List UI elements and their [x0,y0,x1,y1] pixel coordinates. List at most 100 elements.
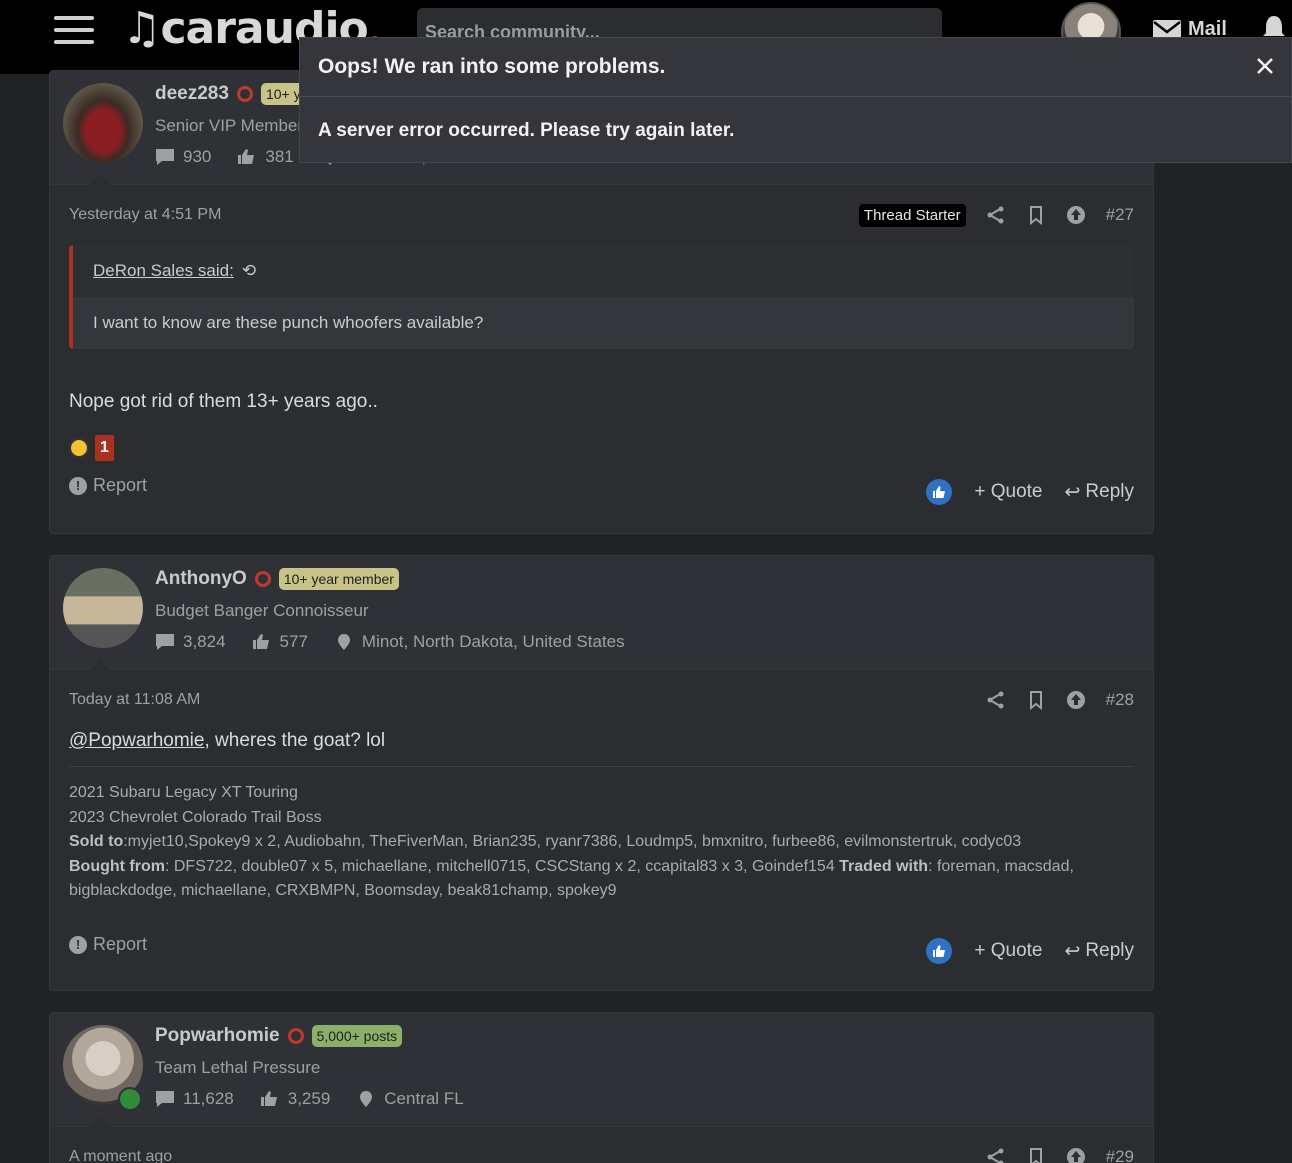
post-meta: Today at 11:08 AM #28 [69,670,1134,730]
bookmark-icon[interactable] [1026,1147,1046,1163]
upvote-icon[interactable] [1066,205,1086,225]
thumbs-icon [260,1091,277,1106]
author-title: Budget Banger Connoisseur [155,601,369,620]
sold-to-label: Sold to [69,833,124,850]
error-notice: Oops! We ran into some problems. A serve… [299,37,1292,163]
post-message: Nope got rid of them 13+ years ago.. [69,391,378,412]
author-username[interactable]: AnthonyO [155,568,247,590]
bought-from-label: Bought from [69,857,165,875]
post-meta: A moment ago #29 [69,1127,1134,1163]
post-number[interactable]: #28 [1106,690,1134,710]
post-body: Today at 11:08 AM #28 @Popwarhomie, wher… [50,670,1153,904]
reaction-summary[interactable]: 1 [69,435,1134,461]
quote-text: I want to know are these punch whoofers … [93,313,484,332]
messages-icon [156,149,174,165]
traded-with-label: Traded with [839,857,929,875]
user-mention-link[interactable]: @Popwarhomie [69,730,204,751]
reaction-score: 381 [265,147,294,166]
reply-arrow-icon: ↩ [1064,940,1081,962]
signature-line: 2021 Subaru Legacy XT Touring [69,784,298,801]
like-button[interactable] [926,479,953,505]
thumbs-icon [238,149,255,164]
laugh-emoji-icon [69,438,89,458]
message-count: 930 [183,147,212,166]
reaction-count: 1 [95,435,114,461]
post-meta: Yesterday at 4:51 PM Thread Starter #27 [69,185,1134,245]
report-label: Report [93,475,148,495]
post-author-header: Popwarhomie 5,000+ posts Team Lethal Pre… [50,1013,1153,1127]
signature-divider [69,766,1134,767]
author-username[interactable]: Popwarhomie [155,1025,280,1047]
menu-icon[interactable] [54,16,94,46]
warning-icon: ! [69,476,87,495]
thumbs-up-icon [933,945,946,957]
reply-button[interactable]: ↩ Reply [1065,481,1135,504]
author-avatar[interactable] [63,568,143,648]
thread-starter-badge: Thread Starter [858,203,966,227]
post-28: AnthonyO 10+ year member Budget Banger C… [49,555,1154,991]
quote-button[interactable]: + Quote [974,481,1042,503]
music-note-icon: ♫ [122,2,161,54]
post-number[interactable]: #27 [1106,205,1134,225]
quote-author-link[interactable]: DeRon Sales said: [93,261,234,281]
message-count: 3,824 [183,632,226,651]
signature-line: Bought from: DFS722, double07 x 5, micha… [69,855,1134,904]
error-title: Oops! We ran into some problems. [300,38,1291,97]
bookmark-icon[interactable] [1026,205,1046,225]
post-body: Yesterday at 4:51 PM Thread Starter #27 … [50,185,1153,461]
share-icon[interactable] [986,205,1006,225]
post-author-header: AnthonyO 10+ year member Budget Banger C… [50,556,1153,670]
upvote-icon[interactable] [1066,1147,1086,1163]
author-stats: 11,628 3,259 Central FL [155,1089,464,1109]
author-location: Central FL [384,1089,464,1108]
post-timestamp[interactable]: A moment ago [69,1148,172,1163]
location-pin-icon [360,1091,373,1107]
upvote-icon[interactable] [1066,690,1086,710]
author-title: Senior VIP Member [155,116,304,135]
report-link[interactable]: ! Report [69,475,147,496]
like-button[interactable] [926,938,953,964]
quote-block: DeRon Sales said: ⟲ I want to know are t… [69,245,1134,349]
close-icon[interactable] [1253,54,1277,78]
post-footer: ! Report + Quote ↩ Reply [50,461,1153,531]
member-badge: 5,000+ posts [311,1025,403,1047]
jump-to-quote-icon[interactable]: ⟲ [242,261,256,281]
vip-ring-icon [287,1028,304,1044]
signature-line: Sold to:myjet10,Spokey9 x 2, Audiobahn, … [69,830,1134,855]
post-body: A moment ago #29 [50,1127,1153,1163]
message-count: 11,628 [183,1089,234,1108]
thumbs-up-icon [933,486,946,498]
bought-from-list: : DFS722, double07 x 5, michaellane, mit… [164,857,840,875]
post-timestamp[interactable]: Yesterday at 4:51 PM [69,206,221,224]
messages-icon [156,1091,174,1107]
post-message: @Popwarhomie, wheres the goat? lol [69,730,1134,752]
post-29: Popwarhomie 5,000+ posts Team Lethal Pre… [49,1012,1154,1163]
reaction-score: 3,259 [287,1089,331,1108]
vip-ring-icon [254,571,271,587]
author-avatar[interactable] [63,83,143,163]
post-message-text: , wheres the goat? lol [204,730,386,751]
reply-label: Reply [1085,940,1134,961]
online-status-icon [118,1087,142,1111]
reply-button[interactable]: ↩ Reply [1065,940,1135,963]
vip-ring-icon [236,86,253,102]
bookmark-icon[interactable] [1026,690,1046,710]
messages-icon [156,634,174,650]
post-timestamp[interactable]: Today at 11:08 AM [69,691,200,709]
reply-label: Reply [1085,481,1134,502]
author-username[interactable]: deez283 [155,83,229,105]
author-location: Minot, North Dakota, United States [361,632,625,651]
quote-button[interactable]: + Quote [974,940,1042,962]
share-icon[interactable] [986,690,1006,710]
member-badge: 10+ year member [278,568,399,590]
share-icon[interactable] [986,1147,1006,1163]
reaction-score: 577 [279,632,308,651]
error-message: A server error occurred. Please try agai… [318,120,735,141]
location-pin-icon [337,634,350,650]
signature-line: 2023 Chevrolet Colorado Trail Boss [69,808,322,826]
report-label: Report [93,934,148,954]
sold-to-list: :myjet10,Spokey9 x 2, Audiobahn, TheFive… [123,833,1022,850]
post-number[interactable]: #29 [1106,1147,1134,1163]
user-signature: 2021 Subaru Legacy XT Touring 2023 Chevr… [69,781,1134,904]
report-link[interactable]: ! Report [69,934,147,955]
